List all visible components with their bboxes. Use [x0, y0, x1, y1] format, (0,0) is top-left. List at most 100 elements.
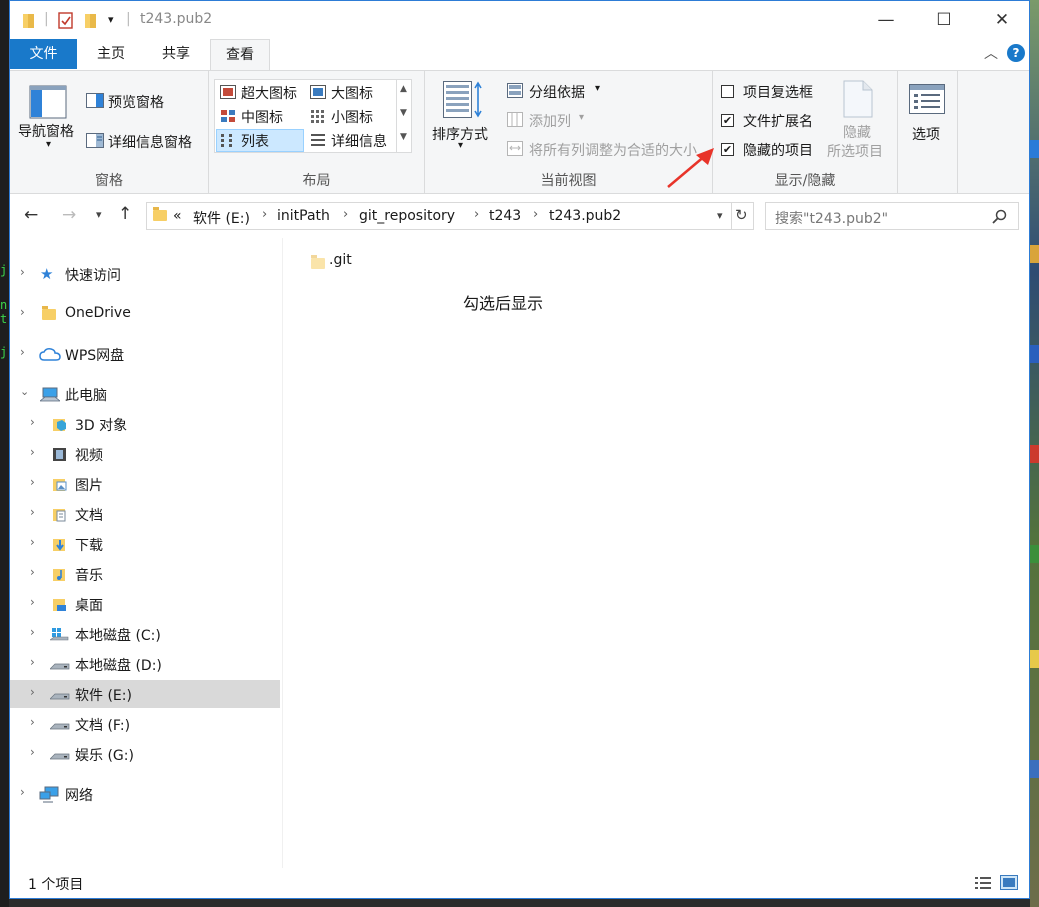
nav-item-drive-f[interactable]: › 文档 (F:): [10, 710, 280, 738]
search-icon[interactable]: [992, 209, 1007, 224]
help-icon[interactable]: ?: [1007, 44, 1025, 62]
layout-details[interactable]: 详细信息: [306, 129, 394, 152]
layout-scroll[interactable]: ▲ ▼ ▼: [396, 80, 412, 152]
layout-extra-large-icons[interactable]: 超大图标: [216, 81, 304, 104]
refresh-button[interactable]: ↻: [732, 202, 754, 230]
details-pane-icon: [86, 133, 104, 148]
navigation-pane: › ★ 快速访问 › OneDrive › WPS网盘 ⌄ 此电脑 › 3D 对…: [10, 238, 282, 868]
chevron-right-icon[interactable]: ›: [30, 595, 35, 609]
group-by-button[interactable]: 分组依据 ▾: [507, 79, 617, 103]
search-input[interactable]: 搜索"t243.pub2": [775, 208, 888, 228]
file-item-git[interactable]: .git: [307, 251, 367, 273]
nav-item-documents[interactable]: › 文档: [10, 500, 280, 528]
item-checkboxes-toggle[interactable]: 项目复选框: [721, 81, 821, 103]
tab-file[interactable]: 文件: [10, 39, 77, 69]
chevron-right-icon[interactable]: ›: [30, 655, 35, 669]
nav-item-videos[interactable]: › 视频: [10, 440, 280, 468]
tab-share[interactable]: 共享: [147, 39, 205, 69]
properties-checklist-icon[interactable]: [58, 12, 74, 34]
nav-item-3d-objects[interactable]: › 3D 对象: [10, 410, 280, 438]
tab-view[interactable]: 查看: [210, 39, 270, 71]
nav-item-onedrive[interactable]: › OneDrive: [10, 300, 280, 328]
options-button[interactable]: 选项: [904, 79, 954, 155]
hidden-items-checkbox[interactable]: ✔: [721, 143, 734, 156]
breadcrumb-git-repository[interactable]: git_repository: [359, 208, 455, 224]
group-label-show-hide: 显示/隐藏: [774, 173, 836, 189]
chevron-right-icon[interactable]: ›: [30, 445, 35, 459]
nav-item-drive-c[interactable]: › 本地磁盘 (C:): [10, 620, 280, 648]
chevron-right-icon[interactable]: ›: [30, 685, 35, 699]
chevron-right-icon[interactable]: ›: [262, 207, 267, 222]
breadcrumb-drive[interactable]: 软件 (E:): [193, 208, 250, 228]
details-view-icon[interactable]: [974, 876, 992, 890]
chevron-right-icon[interactable]: ›: [30, 715, 35, 729]
collapse-ribbon-icon[interactable]: ︿: [984, 43, 998, 63]
chevron-right-icon[interactable]: ›: [30, 625, 35, 639]
back-arrow-icon[interactable]: ←: [24, 205, 38, 225]
layout-small-icons[interactable]: 小图标: [306, 105, 394, 128]
preview-pane-button[interactable]: 预览窗格: [86, 89, 204, 113]
download-icon: [53, 539, 65, 551]
chevron-right-icon[interactable]: ›: [30, 745, 35, 759]
large-icons-view-icon[interactable]: [1000, 875, 1018, 890]
chevron-right-icon[interactable]: ›: [20, 785, 25, 799]
new-folder-icon[interactable]: [84, 12, 98, 34]
sort-by-button[interactable]: 排序方式 ▾: [431, 77, 495, 157]
chevron-down-icon[interactable]: ⌄: [20, 385, 29, 398]
chevron-right-icon[interactable]: ›: [30, 505, 35, 519]
search-box[interactable]: 搜索"t243.pub2": [765, 202, 1019, 230]
nav-item-wps-drive[interactable]: › WPS网盘: [10, 340, 280, 368]
tab-home[interactable]: 主页: [82, 39, 140, 69]
status-bar: 1 个项目: [10, 868, 1029, 898]
nav-item-drive-g[interactable]: › 娱乐 (G:): [10, 740, 280, 768]
address-dropdown-icon[interactable]: ▾: [717, 209, 723, 222]
hide-selected-button[interactable]: 隐藏 所选项目: [825, 77, 893, 167]
hidden-items-label: 隐藏的项目: [743, 143, 813, 159]
breadcrumb-t243-pub2[interactable]: t243.pub2: [549, 208, 621, 224]
breadcrumb-overflow[interactable]: «: [173, 208, 182, 224]
layout-medium-icons[interactable]: 中图标: [216, 105, 304, 128]
up-arrow-icon[interactable]: ↑: [118, 204, 132, 224]
add-column-button[interactable]: 添加列 ▾: [507, 108, 607, 132]
chevron-right-icon[interactable]: ›: [30, 415, 35, 429]
nav-item-pictures[interactable]: › 图片: [10, 470, 280, 498]
nav-item-music[interactable]: › 音乐: [10, 560, 280, 588]
hidden-items-toggle[interactable]: ✔ 隐藏的项目: [721, 139, 821, 161]
file-extensions-checkbox[interactable]: ✔: [721, 114, 734, 127]
forward-arrow-icon[interactable]: →: [62, 205, 76, 225]
folder-icon: [22, 12, 36, 34]
chevron-right-icon[interactable]: ›: [533, 207, 538, 222]
recent-locations-icon[interactable]: ▾: [96, 208, 102, 221]
details-pane-button[interactable]: 详细信息窗格: [86, 129, 208, 153]
item-checkboxes-checkbox[interactable]: [721, 85, 734, 98]
close-button[interactable]: ✕: [972, 1, 1032, 39]
breadcrumb-t243[interactable]: t243: [489, 208, 521, 224]
nav-item-drive-d[interactable]: › 本地磁盘 (D:): [10, 650, 280, 678]
chevron-right-icon[interactable]: ›: [20, 305, 25, 319]
chevron-right-icon[interactable]: ›: [343, 207, 348, 222]
chevron-right-icon[interactable]: ›: [20, 265, 25, 279]
nav-item-network[interactable]: › 网络: [10, 780, 280, 808]
chevron-right-icon[interactable]: ›: [30, 535, 35, 549]
layout-large-icons[interactable]: 大图标: [306, 81, 394, 104]
file-extensions-toggle[interactable]: ✔ 文件扩展名: [721, 110, 821, 132]
nav-item-downloads[interactable]: › 下载: [10, 530, 280, 558]
nav-item-this-pc[interactable]: ⌄ 此电脑: [10, 380, 280, 408]
chevron-down-icon: ▾: [46, 139, 52, 150]
chevron-right-icon[interactable]: ›: [30, 565, 35, 579]
nav-item-drive-e[interactable]: › 软件 (E:): [10, 680, 280, 708]
chevron-right-icon[interactable]: ›: [474, 207, 479, 222]
folder-icon: [153, 207, 167, 225]
layout-list[interactable]: 列表: [216, 129, 304, 152]
list-view-icon: [221, 134, 232, 147]
chevron-right-icon[interactable]: ›: [20, 345, 25, 359]
nav-pane-button[interactable]: 导航窗格 ▾: [16, 77, 86, 157]
chevron-right-icon[interactable]: ›: [30, 475, 35, 489]
breadcrumb-initpath[interactable]: initPath: [277, 208, 330, 224]
customize-toolbar-icon[interactable]: ▾: [108, 13, 114, 26]
nav-item-desktop[interactable]: › 桌面: [10, 590, 280, 618]
address-bar[interactable]: « 软件 (E:) › initPath › git_repository › …: [146, 202, 732, 230]
minimize-button[interactable]: —: [856, 1, 916, 39]
nav-item-quick-access[interactable]: › ★ 快速访问: [10, 260, 280, 288]
maximize-button[interactable]: ☐: [914, 1, 974, 39]
